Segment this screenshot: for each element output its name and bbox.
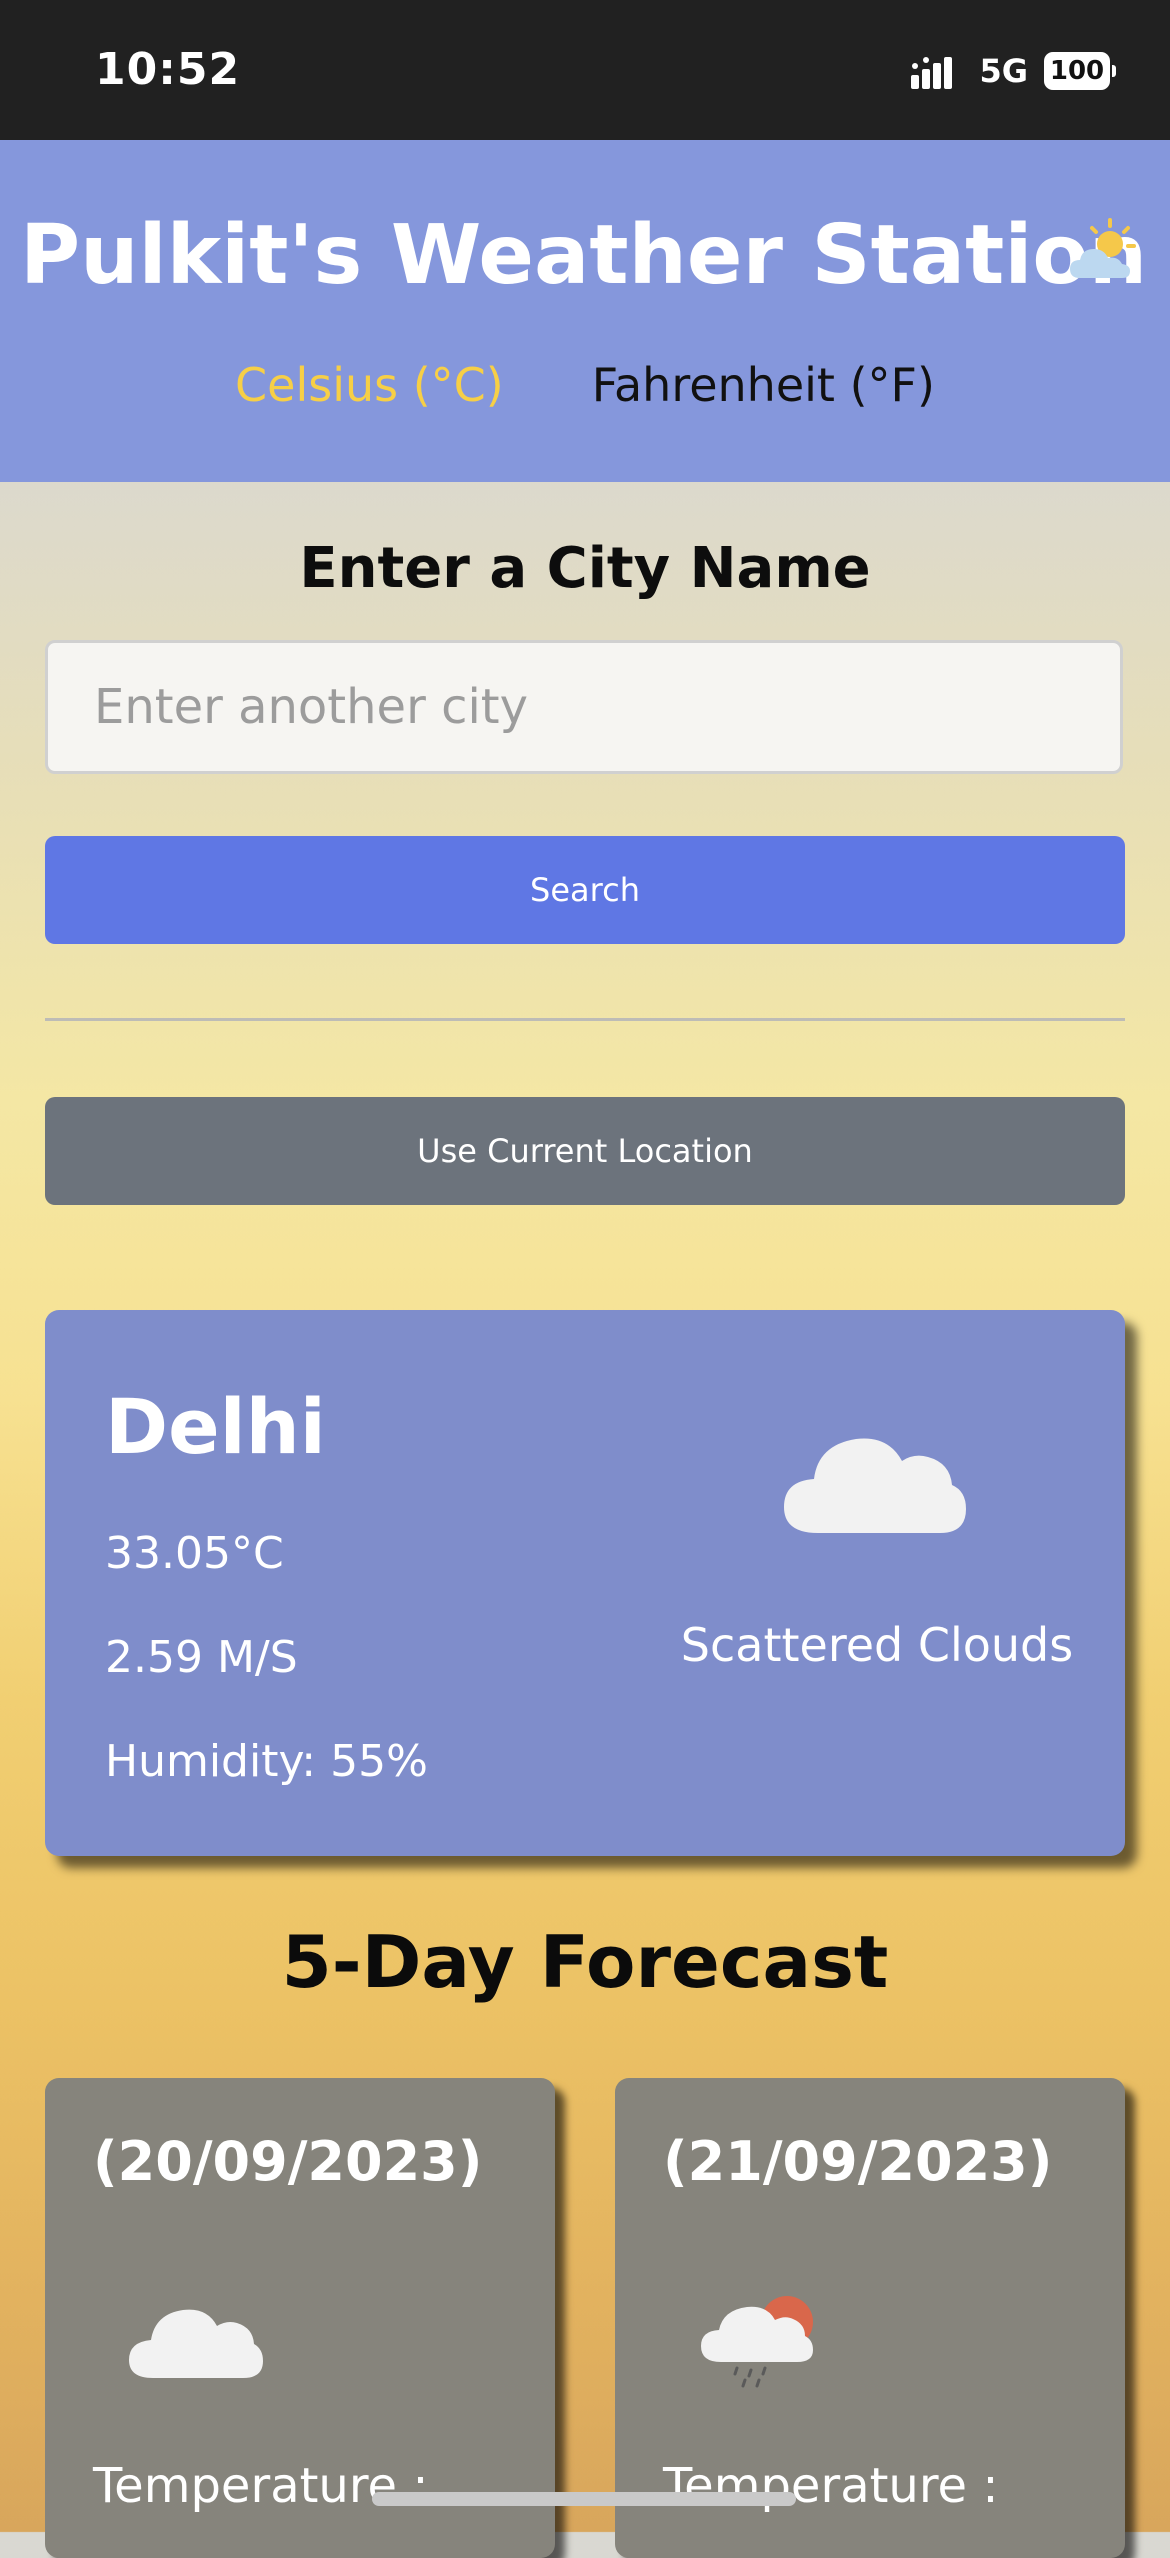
app-header: Pulkit's Weather Station Celsius (°C) Fa… bbox=[0, 140, 1170, 482]
use-current-location-button[interactable]: Use Current Location bbox=[45, 1097, 1125, 1205]
forecast-date: (20/09/2023) bbox=[93, 2130, 483, 2193]
search-button[interactable]: Search bbox=[45, 836, 1125, 944]
forecast-date: (21/09/2023) bbox=[663, 2130, 1053, 2193]
status-indicators: 5G 100 bbox=[911, 52, 1116, 90]
app-title: Pulkit's Weather Station bbox=[20, 208, 1148, 303]
current-temperature: 33.05°C bbox=[105, 1528, 284, 1579]
wind-speed: 2.59 M/S bbox=[105, 1632, 298, 1683]
status-bar: 10:52 5G 100 bbox=[0, 0, 1170, 140]
unit-toggle: Celsius (°C) Fahrenheit (°F) bbox=[0, 358, 1170, 412]
forecast-card: (20/09/2023) Temperature : bbox=[45, 2078, 555, 2558]
network-label: 5G bbox=[979, 52, 1028, 90]
forecast-heading: 5-Day Forecast bbox=[281, 1920, 889, 2004]
city-search-input[interactable] bbox=[45, 640, 1123, 774]
battery-level: 100 bbox=[1044, 52, 1110, 90]
signal-icon bbox=[911, 57, 953, 89]
current-weather-card: Delhi 33.05°C 2.59 M/S Humidity: 55% Sca… bbox=[45, 1310, 1125, 1856]
status-time: 10:52 bbox=[95, 44, 241, 95]
cloud-icon bbox=[129, 2309, 263, 2378]
home-indicator[interactable] bbox=[372, 2492, 796, 2506]
forecast-card: (21/09/2023) Temperature : bbox=[615, 2078, 1125, 2558]
city-name: Delhi bbox=[105, 1382, 326, 1471]
battery-icon: 100 bbox=[1044, 52, 1116, 90]
humidity: Humidity: 55% bbox=[105, 1736, 428, 1787]
divider bbox=[45, 1018, 1125, 1021]
partly-sunny-icon bbox=[1070, 218, 1136, 278]
cloud-icon bbox=[784, 1438, 966, 1533]
weather-condition: Scattered Clouds bbox=[680, 1618, 1074, 1672]
celsius-toggle[interactable]: Celsius (°C) bbox=[235, 358, 504, 412]
sun-rain-cloud-icon bbox=[701, 2296, 813, 2388]
search-heading: Enter a City Name bbox=[299, 536, 871, 601]
fahrenheit-toggle[interactable]: Fahrenheit (°F) bbox=[592, 358, 935, 412]
